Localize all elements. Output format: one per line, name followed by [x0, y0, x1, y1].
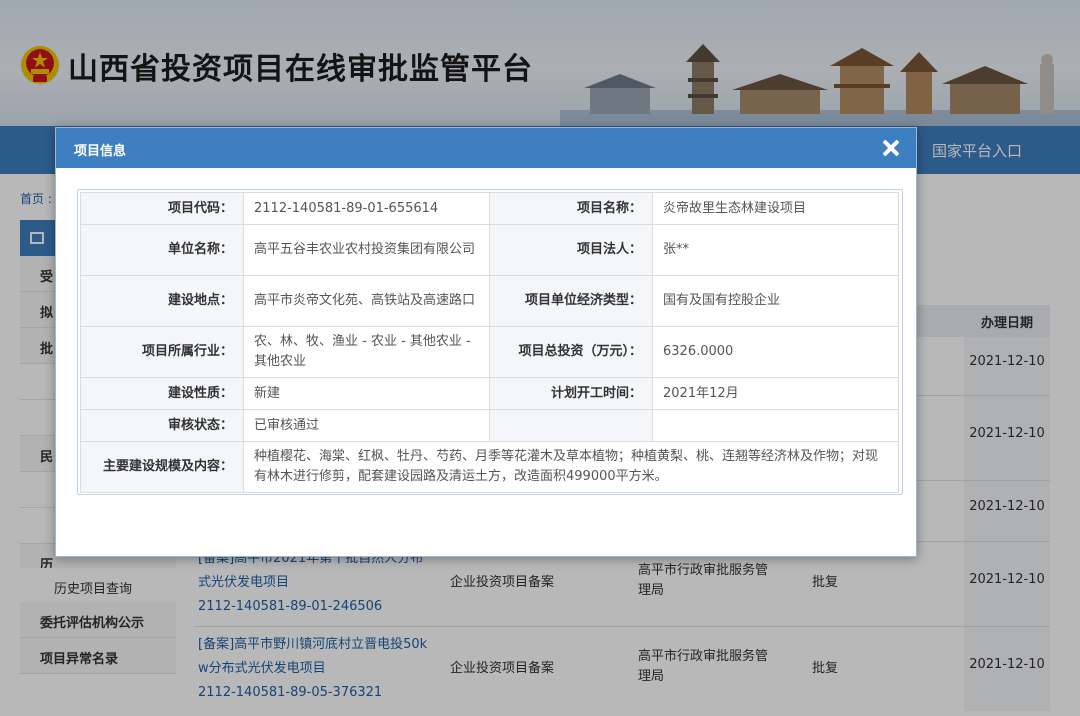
- field-label: 主要建设规模及内容：: [80, 441, 244, 493]
- field-label: 单位名称：: [80, 224, 244, 276]
- total-investment-value: 6326.0000: [652, 326, 899, 378]
- industry-value: 农、林、牧、渔业 - 农业 - 其他农业 - 其他农业: [243, 326, 490, 378]
- info-row: 主要建设规模及内容： 种植樱花、海棠、红枫、牡丹、芍药、月季等花灌木及草本植物；…: [80, 441, 899, 493]
- project-info-table: 项目代码： 2112-140581-89-01-655614 项目名称： 炎帝故…: [80, 192, 899, 493]
- scope-value: 种植樱花、海棠、红枫、牡丹、芍药、月季等花灌木及草本植物；种植黄梨、桃、连翘等经…: [243, 441, 899, 493]
- field-label: 建设地点：: [80, 275, 244, 327]
- info-row: 项目所属行业： 农、林、牧、渔业 - 农业 - 其他农业 - 其他农业 项目总投…: [80, 326, 899, 378]
- dialog-header: 项目信息: [56, 128, 916, 168]
- field-label: 项目名称：: [489, 192, 653, 225]
- field-label: 项目所属行业：: [80, 326, 244, 378]
- start-time-value: 2021年12月: [652, 377, 899, 410]
- field-label: 计划开工时间：: [489, 377, 653, 410]
- nature-value: 新建: [243, 377, 490, 410]
- empty-cell: [489, 409, 653, 442]
- field-label: 项目代码：: [80, 192, 244, 225]
- info-row: 单位名称： 高平五谷丰农业农村投资集团有限公司 项目法人： 张**: [80, 224, 899, 276]
- project-info-panel: 项目代码： 2112-140581-89-01-655614 项目名称： 炎帝故…: [77, 189, 903, 495]
- field-label: 项目单位经济类型：: [489, 275, 653, 327]
- field-label: 项目法人：: [489, 224, 653, 276]
- project-code-value: 2112-140581-89-01-655614: [243, 192, 490, 225]
- info-row: 建设地点： 高平市炎帝文化苑、高铁站及高速路口 项目单位经济类型： 国有及国有控…: [80, 275, 899, 327]
- economic-type-value: 国有及国有控股企业: [652, 275, 899, 327]
- field-label: 审核状态：: [80, 409, 244, 442]
- project-name-value: 炎帝故里生态林建设项目: [652, 192, 899, 225]
- close-icon[interactable]: [878, 135, 904, 161]
- status-value: 已审核通过: [243, 409, 490, 442]
- dialog-title: 项目信息: [74, 144, 127, 159]
- field-label: 建设性质：: [80, 377, 244, 410]
- field-label: 项目总投资（万元）：: [489, 326, 653, 378]
- project-info-dialog: 项目信息 项目代码： 2112-140581-89-01-655614 项目名称…: [55, 127, 917, 557]
- location-value: 高平市炎帝文化苑、高铁站及高速路口: [243, 275, 490, 327]
- legal-person-value: 张**: [652, 224, 899, 276]
- info-row: 项目代码： 2112-140581-89-01-655614 项目名称： 炎帝故…: [80, 192, 899, 225]
- unit-name-value: 高平五谷丰农业农村投资集团有限公司: [243, 224, 490, 276]
- empty-cell: [652, 409, 899, 442]
- info-row: 建设性质： 新建 计划开工时间： 2021年12月: [80, 377, 899, 410]
- info-row: 审核状态： 已审核通过: [80, 409, 899, 442]
